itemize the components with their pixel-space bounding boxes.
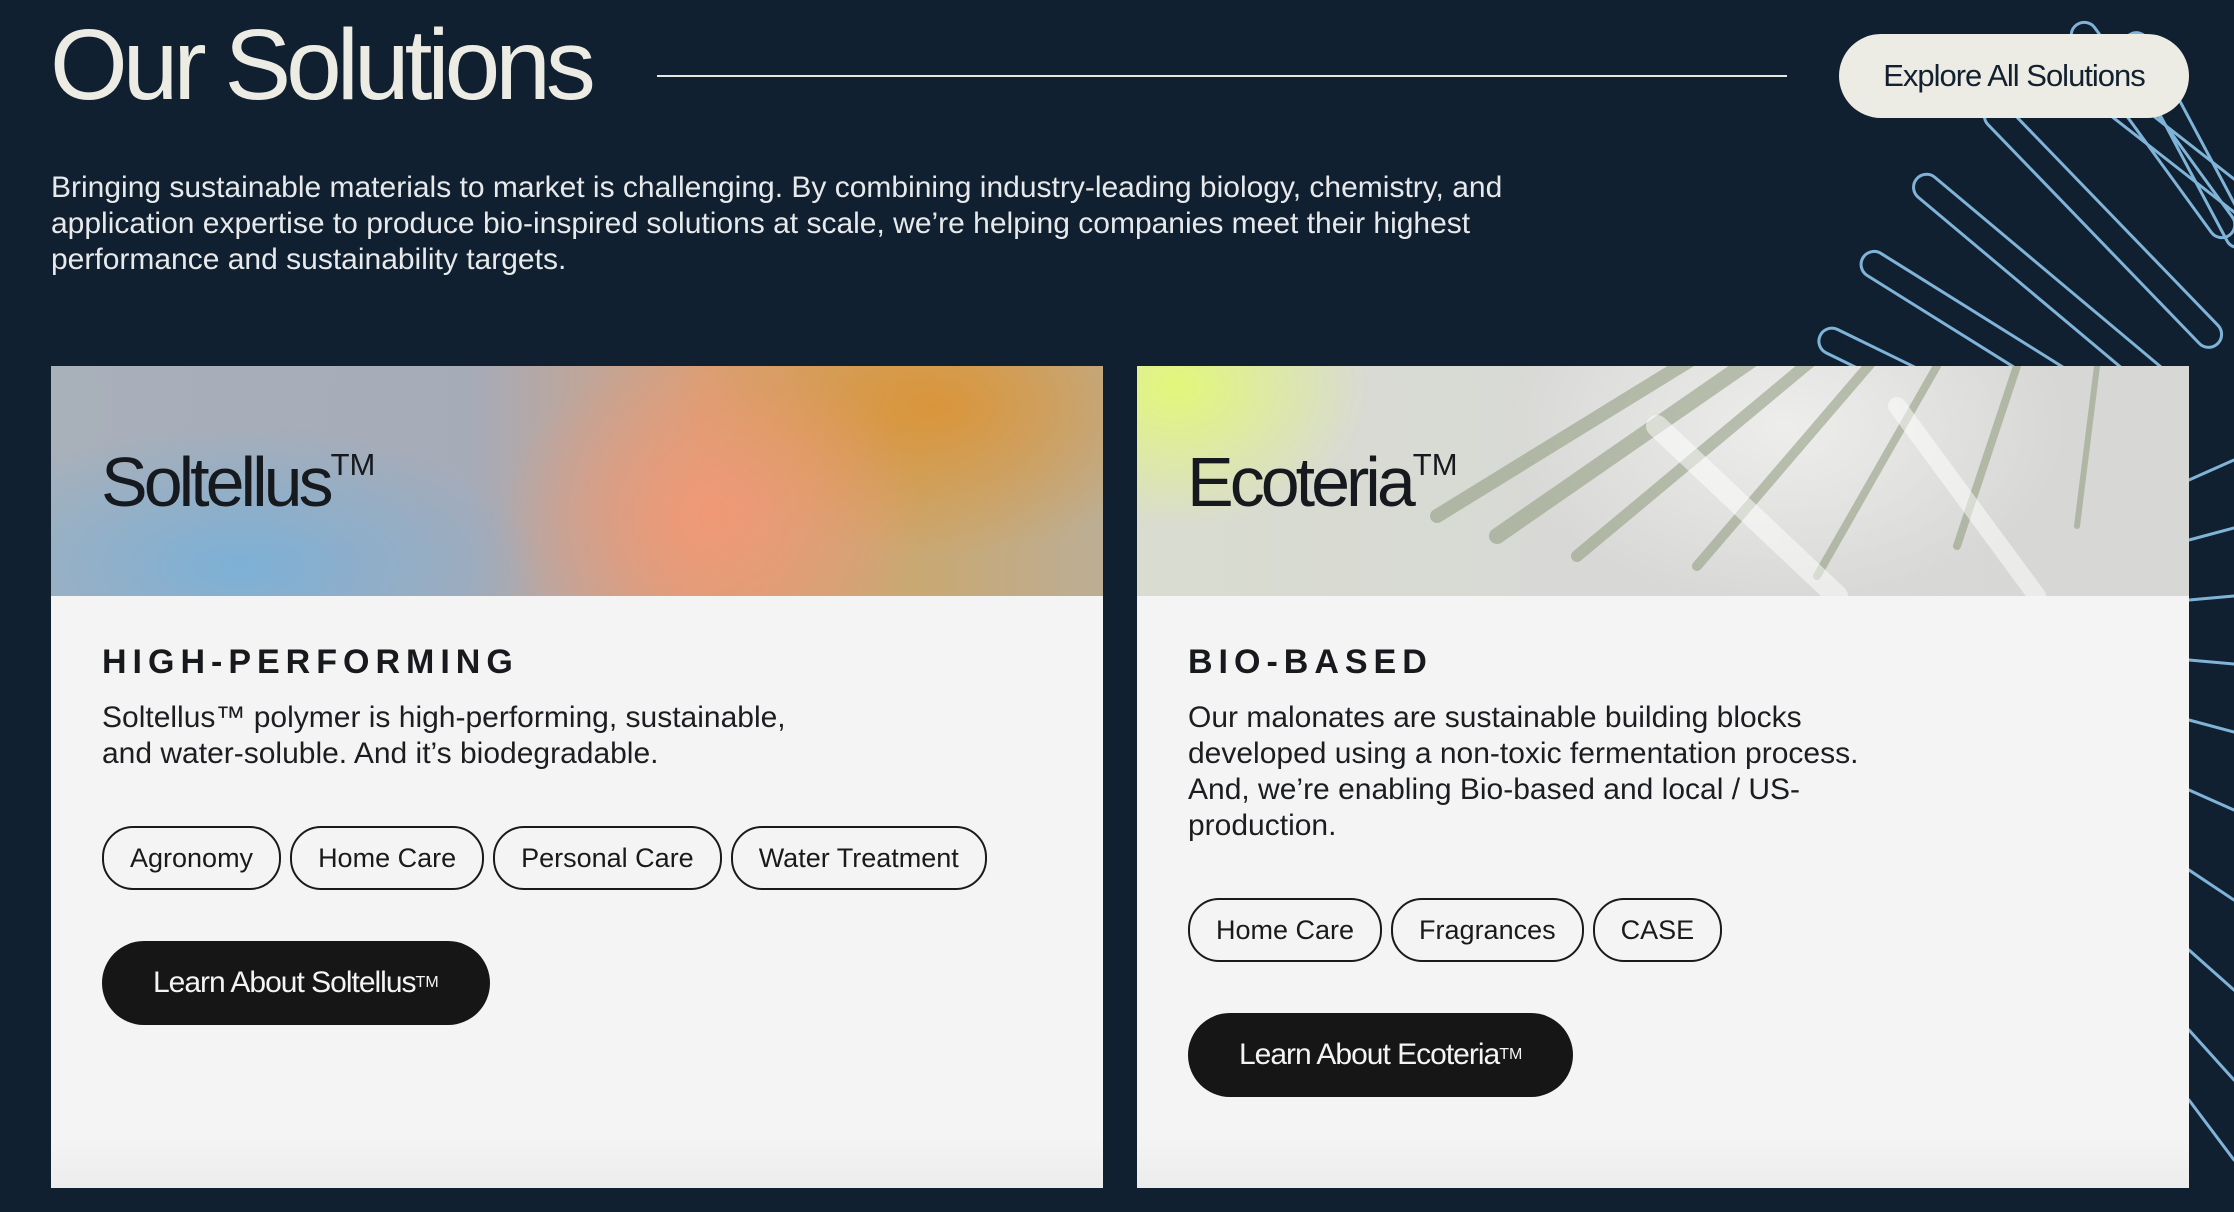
tag-agronomy[interactable]: Agronomy [102, 826, 282, 890]
soltellus-description: Soltellus™ polymer is high-performing, s… [102, 701, 786, 770]
tag-case[interactable]: CASE [1592, 898, 1723, 962]
card-bottom-fade [1137, 1138, 2189, 1188]
soltellus-title: SoltellusTM [101, 440, 375, 524]
learn-about-ecoteria-label: Learn About Ecoteria [1239, 1038, 1500, 1071]
ecoteria-tag-list: Home Care Fragrances CASE [1188, 898, 1723, 962]
learn-about-soltellus-button[interactable]: Learn About Soltellus TM [102, 941, 490, 1025]
trademark-mark: TM [330, 447, 376, 482]
trademark-mark: TM [415, 974, 439, 991]
tag-home-care[interactable]: Home Care [1188, 898, 1383, 962]
explore-all-solutions-button[interactable]: Explore All Solutions [1839, 34, 2189, 118]
intro-paragraph: Bringing sustainable materials to market… [51, 171, 1503, 276]
card-bottom-fade [51, 1138, 1103, 1188]
tag-water-treatment[interactable]: Water Treatment [730, 826, 987, 890]
tag-home-care[interactable]: Home Care [290, 826, 485, 890]
ecoteria-eyebrow: BIO-BASED [1188, 643, 1433, 681]
soltellus-name: Soltellus [101, 443, 334, 521]
solutions-section: Our Solutions Explore All Solutions Brin… [0, 0, 2234, 1212]
solution-card-ecoteria: EcoteriaTM BIO-BASED Our malonates are s… [1137, 366, 2189, 1188]
soltellus-tag-list: Agronomy Home Care Personal Care Water T… [102, 826, 987, 890]
tag-fragrances[interactable]: Fragrances [1391, 898, 1584, 962]
page-title: Our Solutions [50, 9, 596, 121]
learn-about-ecoteria-button[interactable]: Learn About Ecoteria TM [1188, 1013, 1574, 1097]
ecoteria-description: Our malonates are sustainable building b… [1188, 701, 1859, 842]
trademark-mark: TM [1412, 447, 1458, 482]
ecoteria-name: Ecoteria [1187, 443, 1416, 521]
solution-card-soltellus: SoltellusTM HIGH-PERFORMING Soltellus™ p… [51, 366, 1103, 1188]
tag-personal-care[interactable]: Personal Care [493, 826, 722, 890]
ecoteria-banner-image: EcoteriaTM [1137, 366, 2189, 596]
title-divider [657, 75, 1787, 77]
trademark-mark: TM [1499, 1046, 1523, 1063]
ecoteria-title: EcoteriaTM [1187, 440, 1458, 524]
soltellus-banner-image: SoltellusTM [51, 366, 1103, 596]
soltellus-eyebrow: HIGH-PERFORMING [102, 643, 519, 681]
learn-about-soltellus-label: Learn About Soltellus [153, 966, 417, 999]
